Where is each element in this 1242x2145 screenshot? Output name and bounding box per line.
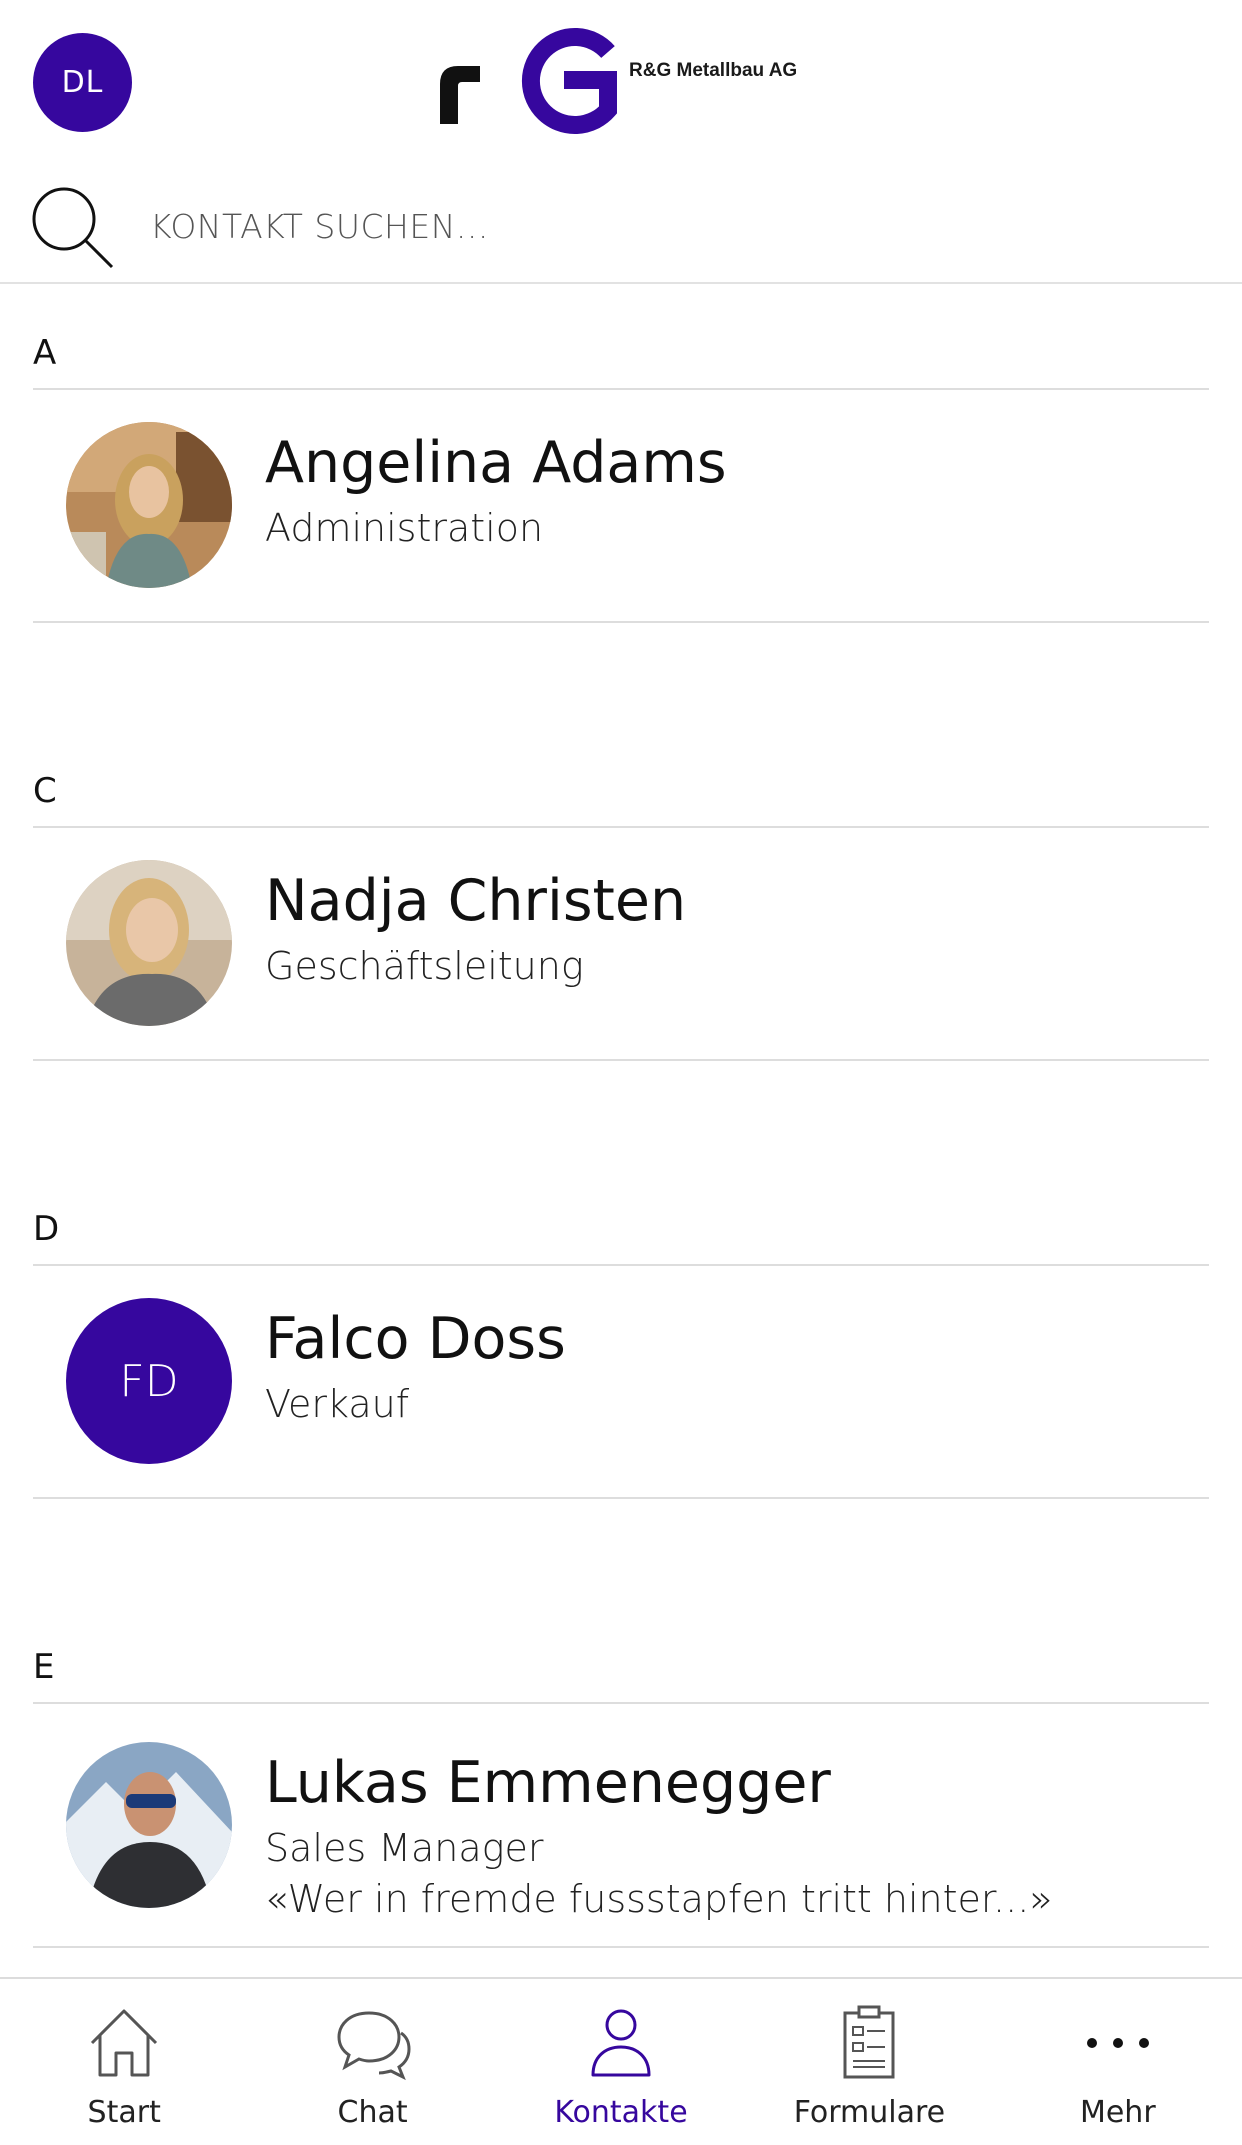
nav-chat[interactable]: Chat [248, 1979, 496, 2145]
bottom-navigation: Start Chat Kontakte Formulare Mehr [0, 1977, 1242, 2145]
contact-angelina-adams[interactable]: Angelina Adams Administration [33, 422, 1209, 622]
forms-icon [843, 2005, 895, 2079]
contact-falco-doss[interactable]: FD Falco Doss Verkauf [33, 1298, 1209, 1498]
contact-role: Geschäftsleitung [265, 944, 584, 988]
company-name: R&G Metallbau AG [629, 60, 798, 81]
search-bar [0, 170, 1242, 284]
contact-name: Lukas Emmenegger [265, 1750, 831, 1816]
user-avatar[interactable]: DL [33, 33, 132, 132]
section-divider [33, 1264, 1209, 1266]
nav-kontakte[interactable]: Kontakte [497, 1979, 745, 2145]
contact-divider [33, 1497, 1209, 1499]
contact-photo [66, 422, 232, 588]
search-input[interactable] [150, 198, 1150, 254]
more-icon [1086, 2038, 1149, 2048]
chat-icon [337, 2011, 411, 2081]
nav-label: Start [87, 2095, 161, 2130]
contact-role: Sales Manager [265, 1826, 544, 1870]
contact-initials: FD [119, 1355, 179, 1407]
contact-divider [33, 1946, 1209, 1948]
nav-mehr[interactable]: Mehr [994, 1979, 1242, 2145]
nav-label: Kontakte [554, 2095, 688, 2130]
home-icon [91, 2009, 158, 2077]
contact-role: Administration [265, 506, 544, 550]
section-letter-e: E [33, 1647, 55, 1687]
contact-photo [66, 860, 232, 1026]
section-divider [33, 388, 1209, 390]
nav-label: Formulare [793, 2095, 946, 2130]
user-initials: DL [61, 65, 104, 100]
contact-photo [66, 1742, 232, 1908]
contact-name: Falco Doss [265, 1306, 566, 1372]
section-letter-c: C [33, 771, 57, 811]
section-letter-a: A [33, 333, 57, 373]
contacts-icon [591, 2009, 651, 2077]
contact-name: Nadja Christen [265, 868, 687, 934]
nav-start[interactable]: Start [0, 1979, 248, 2145]
contact-status-quote: «Wer in fremde fussstapfen tritt hinter.… [265, 1877, 1053, 1921]
app: DL R&G Metallbau AG A [0, 0, 1242, 2145]
nav-formulare[interactable]: Formulare [745, 1979, 993, 2145]
contact-role: Verkauf [265, 1382, 410, 1426]
header: DL R&G Metallbau AG [0, 0, 1242, 150]
nav-label: Chat [337, 2095, 408, 2130]
section-divider [33, 1702, 1209, 1704]
contact-initials-avatar: FD [66, 1298, 232, 1464]
contact-divider [33, 621, 1209, 623]
contact-name: Angelina Adams [265, 430, 727, 496]
contact-nadja-christen[interactable]: Nadja Christen Geschäftsleitung [33, 860, 1209, 1060]
contact-divider [33, 1059, 1209, 1061]
section-letter-d: D [33, 1209, 60, 1249]
section-divider [33, 826, 1209, 828]
nav-label: Mehr [1079, 2095, 1156, 2130]
contact-lukas-emmenegger[interactable]: Lukas Emmenegger Sales Manager «Wer in f… [33, 1742, 1209, 1942]
search-icon [32, 187, 114, 269]
